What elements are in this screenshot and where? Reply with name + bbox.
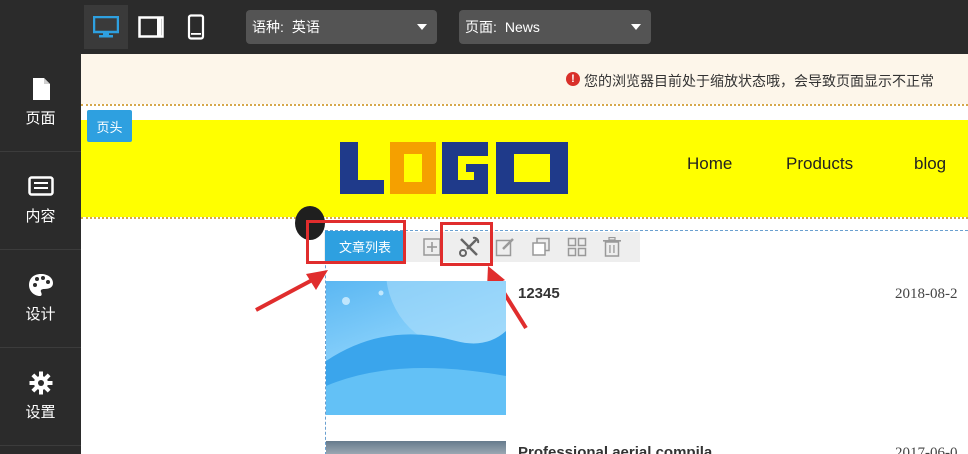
page-select-value: News — [504, 19, 540, 35]
article-thumbnail[interactable] — [326, 281, 506, 415]
logo-image — [340, 142, 568, 194]
add-icon — [423, 238, 441, 256]
nav-link-products[interactable]: Products — [786, 154, 853, 174]
tablet-view-button[interactable] — [129, 5, 173, 49]
desktop-icon — [93, 16, 119, 38]
article-thumbnail[interactable] — [326, 441, 506, 454]
file-icon — [31, 77, 51, 101]
mobile-icon — [187, 14, 205, 40]
sidebar-item-label: 内容 — [25, 208, 56, 225]
edit-icon — [495, 238, 514, 257]
top-toolbar: 语种: 英语 页面: News — [0, 0, 968, 54]
highlight-module-tag — [306, 220, 406, 264]
tablet-icon — [138, 16, 164, 38]
copy-module-button[interactable] — [530, 236, 552, 258]
sidebar: 页面 内容 设计 设置 — [0, 54, 81, 454]
site-logo[interactable] — [338, 140, 570, 196]
sidebar-item-label: 页面 — [25, 110, 56, 127]
language-select-value: 英语 — [291, 19, 320, 35]
list-icon — [27, 175, 54, 199]
sidebar-item-label: 设置 — [25, 404, 56, 421]
language-select[interactable]: 语种: 英语 — [246, 10, 437, 44]
article-title[interactable]: 12345 — [518, 285, 560, 302]
warning-icon: ! — [566, 72, 580, 86]
sidebar-item-settings[interactable]: 设置 — [0, 348, 81, 446]
notice-text: 您的浏览器目前处于缩放状态哦，会导致页面显示不正常 — [584, 73, 934, 89]
palette-icon — [28, 273, 54, 297]
sidebar-item-label: 设计 — [25, 306, 56, 323]
arrow-to-module-tag — [255, 270, 328, 312]
nav-link-blog[interactable]: blog — [914, 154, 946, 174]
sidebar-item-design[interactable]: 设计 — [0, 250, 81, 348]
zoom-warning-notice: ! 您的浏览器目前处于缩放状态哦，会导致页面显示不正常 — [81, 54, 968, 104]
language-select-label: 语种: — [252, 19, 284, 35]
page-select-label: 页面: — [465, 19, 497, 35]
desktop-view-button[interactable] — [84, 5, 128, 49]
sidebar-item-content[interactable]: 内容 — [0, 152, 81, 250]
delete-module-button[interactable] — [601, 236, 623, 258]
article-title[interactable]: Professional aerial compila — [518, 444, 712, 454]
chevron-down-icon — [631, 24, 641, 30]
article-date: 2017-06-0 — [895, 445, 958, 454]
layout-module-button[interactable] — [566, 236, 588, 258]
chevron-down-icon — [417, 24, 427, 30]
copy-icon — [532, 237, 550, 256]
sidebar-item-pages[interactable]: 页面 — [0, 54, 81, 152]
gear-icon — [29, 371, 53, 395]
edit-module-button[interactable] — [494, 236, 516, 258]
article-thumbnail-art — [326, 281, 506, 415]
header-section-tag[interactable]: 页头 — [87, 110, 132, 142]
module-outline-top — [325, 230, 968, 231]
grid-icon — [567, 237, 587, 257]
article-date: 2018-08-2 — [895, 286, 958, 302]
mobile-view-button[interactable] — [174, 5, 218, 49]
nav-link-home[interactable]: Home — [687, 154, 732, 174]
page-select[interactable]: 页面: News — [459, 10, 651, 44]
delete-icon — [603, 237, 621, 257]
